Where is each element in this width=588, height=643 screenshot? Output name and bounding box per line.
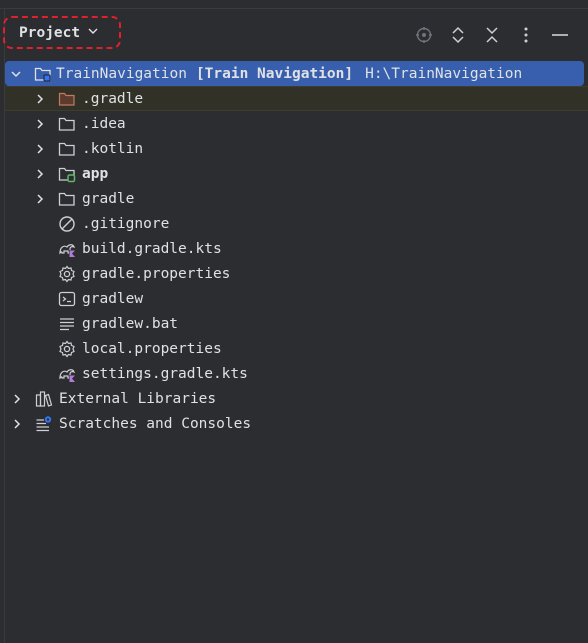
- tree-item-scratches[interactable]: Scratches and Consoles: [5, 411, 588, 436]
- project-view-dropdown[interactable]: Project: [3, 16, 121, 49]
- chevron-right-icon[interactable]: [9, 391, 25, 407]
- ignore-file-icon: [58, 215, 76, 233]
- folder-icon: [58, 190, 76, 208]
- tree-item-label: gradle: [82, 190, 135, 207]
- tree-root-row[interactable]: TrainNavigation [Train Navigation] H:\Tr…: [5, 61, 584, 86]
- terminal-script-icon: [58, 290, 76, 308]
- properties-icon: [58, 340, 76, 358]
- tree-item-label: .gitignore: [82, 215, 170, 232]
- chevron-right-icon[interactable]: [9, 416, 25, 432]
- tree-item-label: gradle.properties: [82, 265, 231, 282]
- tree-item-label: Scratches and Consoles: [59, 415, 252, 432]
- tree-item-gradlew[interactable]: gradlew: [5, 286, 588, 311]
- tree-item-build-gradle-kts[interactable]: build.gradle.kts: [5, 236, 588, 261]
- tree-item-label: .gradle: [82, 90, 144, 107]
- chevron-down-icon: [87, 25, 99, 40]
- root-module-name: [Train Navigation]: [195, 65, 354, 82]
- chevron-down-icon[interactable]: [8, 66, 24, 82]
- properties-icon: [58, 265, 76, 283]
- scratches-icon: [35, 415, 53, 433]
- expand-all-icon[interactable]: [449, 26, 467, 44]
- gradle-kts-icon: [58, 365, 76, 383]
- project-view-label: Project: [19, 24, 81, 41]
- locate-icon[interactable]: [415, 26, 433, 44]
- root-project-path: H:\TrainNavigation: [365, 65, 523, 82]
- chevron-right-icon[interactable]: [32, 191, 48, 207]
- tree-item-label: gradlew: [82, 290, 144, 307]
- module-folder-icon: [58, 165, 76, 183]
- folder-icon: [58, 115, 76, 133]
- collapse-all-icon[interactable]: [483, 26, 501, 44]
- text-file-icon: [58, 315, 76, 333]
- tree-item-idea[interactable]: .idea: [5, 111, 588, 136]
- tree-item-label: app: [82, 165, 109, 182]
- tree-item-gradle-cache[interactable]: .gradle: [5, 86, 588, 111]
- tree-item-local-properties[interactable]: local.properties: [5, 336, 588, 361]
- chevron-right-icon[interactable]: [32, 141, 48, 157]
- project-tree: TrainNavigation [Train Navigation] H:\Tr…: [5, 61, 588, 436]
- tree-item-label: .idea: [82, 115, 126, 132]
- tree-item-external-libraries[interactable]: External Libraries: [5, 386, 588, 411]
- chevron-right-icon[interactable]: [32, 116, 48, 132]
- gradle-kts-icon: [58, 240, 76, 258]
- tree-item-gradlew-bat[interactable]: gradlew.bat: [5, 311, 588, 336]
- tree-item-label: build.gradle.kts: [82, 240, 222, 257]
- more-options-icon[interactable]: [517, 26, 535, 44]
- tree-item-label: local.properties: [82, 340, 222, 357]
- chevron-right-icon[interactable]: [32, 166, 48, 182]
- tree-item-gitignore[interactable]: .gitignore: [5, 211, 588, 236]
- tree-item-gradle[interactable]: gradle: [5, 186, 588, 211]
- tree-item-app[interactable]: app: [5, 161, 588, 186]
- tree-item-label: External Libraries: [59, 390, 217, 407]
- folder-excluded-icon: [58, 90, 76, 108]
- hide-icon[interactable]: [551, 26, 569, 44]
- tree-item-label: gradlew.bat: [82, 315, 179, 332]
- project-tool-window-header: Project: [0, 8, 588, 60]
- tree-item-kotlin[interactable]: .kotlin: [5, 136, 588, 161]
- tree-item-label: .kotlin: [82, 140, 144, 157]
- tree-item-label: settings.gradle.kts: [82, 365, 248, 382]
- project-folder-icon: [34, 65, 52, 83]
- library-icon: [35, 390, 53, 408]
- tree-item-gradle-properties[interactable]: gradle.properties: [5, 261, 588, 286]
- chevron-right-icon[interactable]: [32, 91, 48, 107]
- folder-icon: [58, 140, 76, 158]
- tree-item-settings-gradle-kts[interactable]: settings.gradle.kts: [5, 361, 588, 386]
- root-project-name: TrainNavigation: [56, 65, 187, 82]
